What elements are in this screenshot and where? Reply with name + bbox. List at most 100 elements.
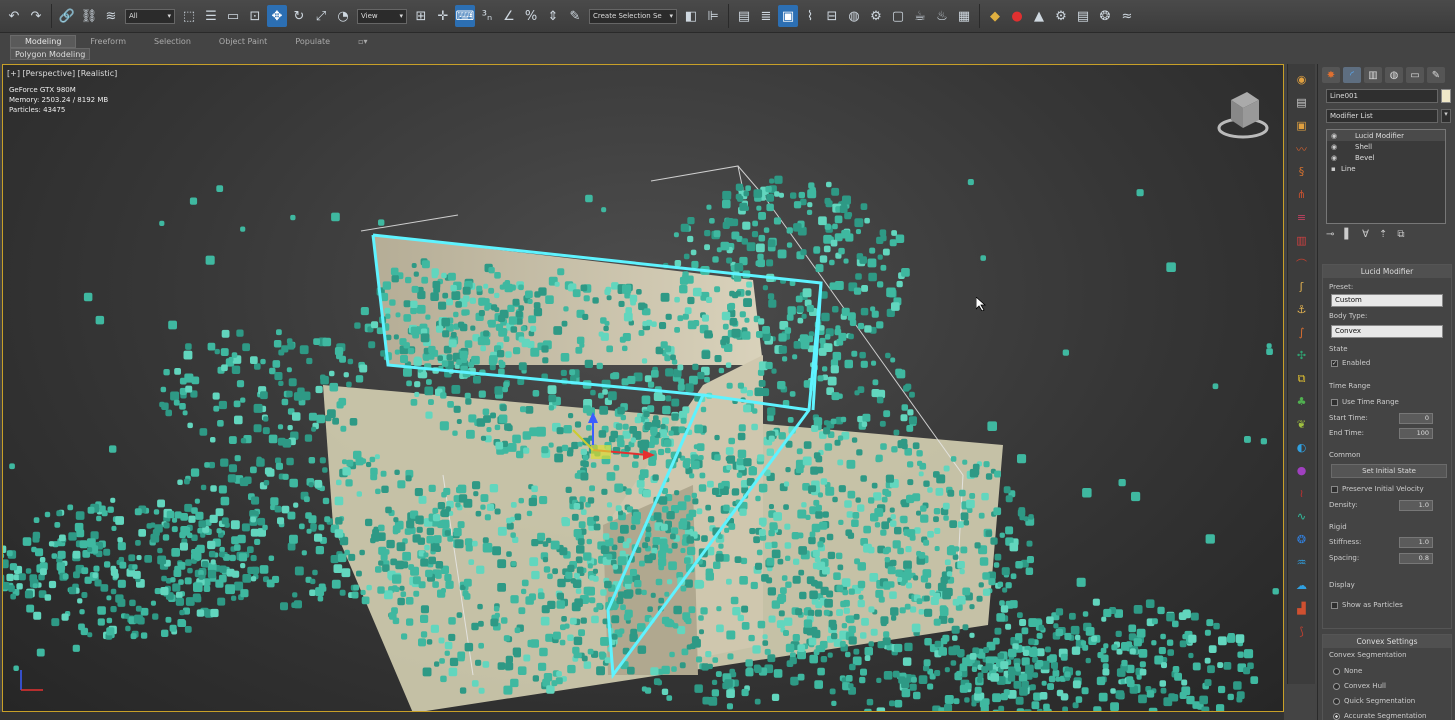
hook-icon[interactable]: ʃ — [1293, 277, 1311, 296]
layer-manager-icon[interactable]: ▤ — [734, 5, 754, 27]
pivot-center-icon[interactable]: ⊞ — [411, 5, 431, 27]
preset-dropdown[interactable]: Custom — [1331, 294, 1443, 307]
modifier-list-arrow[interactable]: ▾ — [1441, 109, 1451, 123]
angle-snap-icon[interactable]: ∠ — [499, 5, 519, 27]
configure-sets-icon[interactable]: ⧉ — [1397, 229, 1404, 240]
render-setup-icon[interactable]: ⚙ — [866, 5, 886, 27]
remove-modifier-icon[interactable]: ⇡ — [1379, 229, 1387, 240]
stiffness-spinner[interactable]: 1.0 — [1399, 537, 1433, 548]
anchor-icon[interactable]: ⚓ — [1293, 300, 1311, 319]
use-time-range-checkbox[interactable]: Use Time Range — [1331, 398, 1399, 406]
placement-icon[interactable]: ◔ — [333, 5, 353, 27]
select-move-icon[interactable]: ✥ — [267, 5, 287, 27]
ribbon-options-icon[interactable]: ▫▾ — [344, 35, 381, 48]
radio-quick-segmentation[interactable]: Quick Segmentation — [1333, 697, 1415, 705]
rollout-title[interactable]: Convex Settings — [1323, 635, 1451, 648]
spacing-spinner[interactable]: 0.8 — [1399, 553, 1433, 564]
plant-icon[interactable]: ♣ — [1293, 392, 1311, 411]
hair-icon[interactable]: ≀ — [1293, 484, 1311, 503]
make-unique-icon[interactable]: ∀ — [1362, 229, 1369, 240]
drop-icon[interactable]: ◐ — [1293, 438, 1311, 457]
ref-coord-dropdown[interactable]: View ▾ — [357, 8, 407, 24]
enabled-checkbox[interactable]: ✓ Enabled — [1331, 359, 1370, 367]
rect-selection-icon[interactable]: ▭ — [223, 5, 243, 27]
rope-icon[interactable]: ⟆ — [1293, 622, 1311, 641]
show-particles-checkbox[interactable]: Show as Particles — [1331, 601, 1403, 609]
eye-icon[interactable]: ◉ — [1331, 154, 1339, 162]
object-color-swatch[interactable] — [1441, 89, 1451, 103]
unlink-icon[interactable]: ⛓ — [79, 5, 99, 27]
spinner-snap-icon[interactable]: ⇕ — [543, 5, 563, 27]
radio-accurate-segmentation[interactable]: Accurate Segmentation — [1333, 712, 1426, 720]
bend-icon[interactable]: ⌒ — [1293, 254, 1311, 273]
rendered-frame-icon[interactable]: ▢ — [888, 5, 908, 27]
stripe-icon[interactable]: ≡ — [1293, 208, 1311, 227]
record-icon[interactable]: ● — [1007, 5, 1027, 27]
hierarchy-tab-icon[interactable]: ▥ — [1364, 67, 1382, 83]
show-end-result-icon[interactable]: ▌ — [1344, 229, 1352, 240]
bind-spacewarp-icon[interactable]: ≋ — [101, 5, 121, 27]
body-type-dropdown[interactable]: Convex — [1331, 325, 1443, 338]
grass-icon[interactable]: ⋔ — [1293, 185, 1311, 204]
tab-populate[interactable]: Populate — [281, 35, 344, 48]
material-editor-icon[interactable]: ◍ — [844, 5, 864, 27]
polygon-modeling-panel[interactable]: Polygon Modeling — [10, 48, 91, 60]
object-name-field[interactable]: Line001 — [1326, 89, 1438, 103]
tab-freeform[interactable]: Freeform — [76, 35, 140, 48]
manipulate-icon[interactable]: ✛ — [433, 5, 453, 27]
create-tab-icon[interactable]: ✸ — [1322, 67, 1340, 83]
scene-explorer-icon[interactable]: ≣ — [756, 5, 776, 27]
pin-stack-icon[interactable]: ⊸ — [1326, 229, 1334, 240]
select-by-name-icon[interactable]: ☰ — [201, 5, 221, 27]
fan-icon[interactable]: ✣ — [1293, 346, 1311, 365]
settings-gear-icon[interactable]: ⚙ — [1051, 5, 1071, 27]
spring-icon[interactable]: § — [1293, 162, 1311, 181]
eye-icon[interactable]: ◉ — [1331, 132, 1339, 140]
lucid-icon[interactable]: ◆ — [985, 5, 1005, 27]
align-icon[interactable]: ⊫ — [703, 5, 723, 27]
cylinder-icon[interactable]: ▥ — [1293, 231, 1311, 250]
toggle-ribbon-icon[interactable]: ▣ — [778, 5, 798, 27]
select-object-icon[interactable]: ⬚ — [179, 5, 199, 27]
schematic-view-icon[interactable]: ⊟ — [822, 5, 842, 27]
swirl-icon[interactable]: ❂ — [1095, 5, 1115, 27]
curve-editor-icon[interactable]: ⌇ — [800, 5, 820, 27]
sphere-icon[interactable]: ● — [1293, 461, 1311, 480]
viewport-label[interactable]: [+] [Perspective] [Realistic] — [7, 69, 117, 78]
motion-tab-icon[interactable]: ◍ — [1385, 67, 1403, 83]
wave-icon[interactable]: ≈ — [1117, 5, 1137, 27]
stack-item-line[interactable]: ▪ Line — [1327, 163, 1445, 174]
plus-icon[interactable]: ▪ — [1331, 165, 1339, 173]
cloud-icon[interactable]: ☁ — [1293, 576, 1311, 595]
undo-icon[interactable]: ↶ — [4, 5, 24, 27]
redo-icon[interactable]: ↷ — [26, 5, 46, 27]
keyboard-shortcut-icon[interactable]: ⌨ — [455, 5, 475, 27]
deform-icon[interactable]: 〰 — [1293, 139, 1311, 158]
snap-3d-icon[interactable]: ³ₙ — [477, 5, 497, 27]
set-initial-state-button[interactable]: Set Initial State — [1331, 464, 1447, 478]
leaf-icon[interactable]: ❦ — [1293, 415, 1311, 434]
tab-selection[interactable]: Selection — [140, 35, 205, 48]
selection-filter-dropdown[interactable]: All ▾ — [125, 8, 175, 24]
link-icon[interactable]: 🔗 — [57, 5, 77, 27]
stack-item-lucid[interactable]: ◉ Lucid Modifier — [1327, 130, 1445, 141]
rollout-title[interactable]: Lucid Modifier — [1323, 265, 1451, 278]
edit-named-selection-icon[interactable]: ✎ — [565, 5, 585, 27]
tab-object-paint[interactable]: Object Paint — [205, 35, 281, 48]
twist-icon[interactable]: ∫ — [1293, 323, 1311, 342]
percent-snap-icon[interactable]: % — [521, 5, 541, 27]
modify-tab-icon[interactable]: ◜ — [1343, 67, 1361, 83]
radio-none[interactable]: None — [1333, 667, 1362, 675]
water-icon[interactable]: ♒ — [1293, 553, 1311, 572]
panel-list-icon[interactable]: ▤ — [1293, 93, 1311, 112]
camera-icon[interactable]: ▣ — [1293, 116, 1311, 135]
perspective-viewport[interactable]: [+] [Perspective] [Realistic] GeForce GT… — [2, 64, 1284, 712]
render-window-icon[interactable]: ▦ — [954, 5, 974, 27]
modifier-list-dropdown[interactable]: Modifier List — [1326, 109, 1438, 123]
tornado-icon[interactable]: ❂ — [1293, 530, 1311, 549]
display-tab-icon[interactable]: ▭ — [1406, 67, 1424, 83]
utilities-tab-icon[interactable]: ✎ — [1427, 67, 1445, 83]
lucid-app-icon[interactable]: ◉ — [1293, 70, 1311, 89]
end-time-spinner[interactable]: 100 — [1399, 428, 1433, 439]
render-iterative-icon[interactable]: ♨ — [932, 5, 952, 27]
